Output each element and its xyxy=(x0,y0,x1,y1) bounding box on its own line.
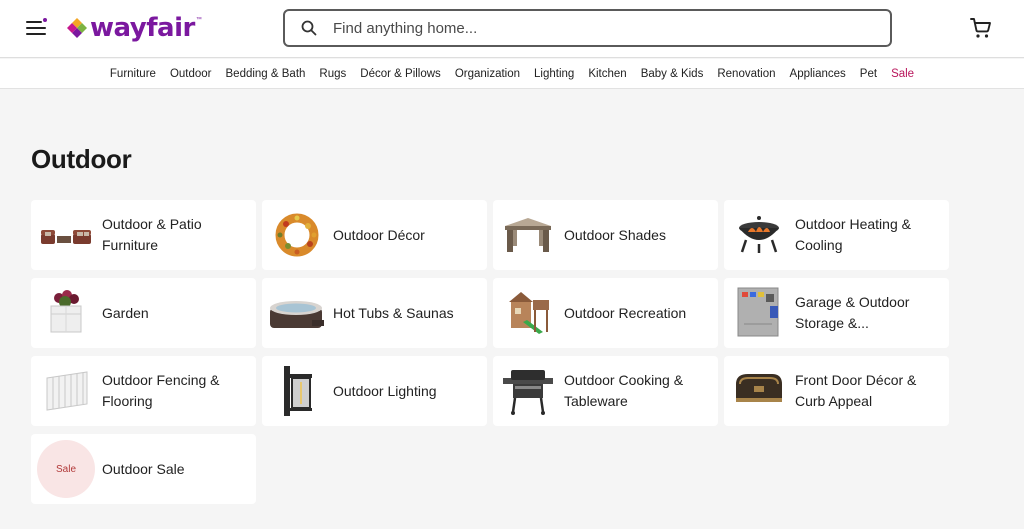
nav-item-appliances[interactable]: Appliances xyxy=(783,68,853,80)
nav-item-pet[interactable]: Pet xyxy=(853,68,884,80)
nav-item-bedding-bath[interactable]: Bedding & Bath xyxy=(219,68,313,80)
category-card-outdoor-heating-cooling[interactable]: Outdoor Heating & Cooling xyxy=(724,200,949,270)
category-card-hot-tubs-saunas[interactable]: Hot Tubs & Saunas xyxy=(262,278,487,348)
category-card-outdoor-sale[interactable]: Sale Outdoor Sale xyxy=(31,434,256,504)
category-label: Hot Tubs & Saunas xyxy=(333,304,454,321)
wayfair-logo[interactable]: wayfair ™ xyxy=(66,11,202,45)
logo-trademark: ™ xyxy=(195,17,202,23)
nav-item-kitchen[interactable]: Kitchen xyxy=(581,68,633,80)
nav-item-outdoor[interactable]: Outdoor xyxy=(163,68,219,80)
category-card-outdoor-recreation[interactable]: Outdoor Recreation xyxy=(493,278,718,348)
category-card-garden[interactable]: Garden xyxy=(31,278,256,348)
category-label: Outdoor Heating & Cooling xyxy=(795,216,911,253)
logo-text: wayfair xyxy=(90,13,195,43)
fire-pit-icon xyxy=(730,206,788,264)
category-card-patio-furniture[interactable]: Outdoor & Patio Furniture xyxy=(31,200,256,270)
category-label: Front Door Décor & Curb Appeal xyxy=(795,372,917,409)
fence-icon xyxy=(37,362,95,420)
lantern-icon xyxy=(268,362,326,420)
nav-item-baby-kids[interactable]: Baby & Kids xyxy=(634,68,711,80)
storage-cabinet-icon xyxy=(730,284,788,342)
category-label: Outdoor Recreation xyxy=(564,304,687,321)
hamburger-menu-icon[interactable] xyxy=(26,18,48,38)
category-label: Outdoor Cooking & Tableware xyxy=(564,372,684,409)
top-bar: wayfair ™ xyxy=(0,0,1024,58)
logo-diamond-icon xyxy=(67,18,87,38)
nav-item-rugs[interactable]: Rugs xyxy=(312,68,353,80)
category-nav: Furniture Outdoor Bedding & Bath Rugs Dé… xyxy=(0,59,1024,89)
category-card-outdoor-cooking[interactable]: Outdoor Cooking & Tableware xyxy=(493,356,718,426)
category-label: Outdoor Décor xyxy=(333,226,425,243)
category-label: Outdoor Sale xyxy=(102,460,185,477)
category-label: Garage & Outdoor Storage &... xyxy=(795,294,910,331)
nav-item-furniture[interactable]: Furniture xyxy=(103,68,163,80)
search-input[interactable] xyxy=(333,19,853,37)
cart-icon[interactable] xyxy=(969,16,993,40)
category-card-outdoor-decor[interactable]: Outdoor Décor xyxy=(262,200,487,270)
search-icon[interactable] xyxy=(301,20,317,36)
nav-item-sale[interactable]: Sale xyxy=(884,68,921,80)
category-card-outdoor-lighting[interactable]: Outdoor Lighting xyxy=(262,356,487,426)
page-title: Outdoor xyxy=(31,144,132,174)
category-card-garage-storage[interactable]: Garage & Outdoor Storage &... xyxy=(724,278,949,348)
hot-tub-icon xyxy=(268,284,326,342)
grill-icon xyxy=(499,362,557,420)
patio-furniture-icon xyxy=(37,206,95,264)
sale-badge: Sale xyxy=(37,440,95,498)
category-label: Outdoor & Patio Furniture xyxy=(102,216,202,253)
category-card-front-door-decor[interactable]: Front Door Décor & Curb Appeal xyxy=(724,356,949,426)
playset-icon xyxy=(499,284,557,342)
category-card-outdoor-fencing[interactable]: Outdoor Fencing & Flooring xyxy=(31,356,256,426)
nav-item-renovation[interactable]: Renovation xyxy=(710,68,782,80)
wreath-icon xyxy=(268,206,326,264)
category-label: Garden xyxy=(102,304,149,321)
nav-item-lighting[interactable]: Lighting xyxy=(527,68,581,80)
nav-item-organization[interactable]: Organization xyxy=(448,68,527,80)
gazebo-icon xyxy=(499,206,557,264)
category-label: Outdoor Shades xyxy=(564,226,666,243)
category-label: Outdoor Lighting xyxy=(333,382,437,399)
category-card-outdoor-shades[interactable]: Outdoor Shades xyxy=(493,200,718,270)
search-bar[interactable] xyxy=(283,9,892,47)
nav-item-decor-pillows[interactable]: Décor & Pillows xyxy=(353,68,448,80)
category-label: Outdoor Fencing & Flooring xyxy=(102,372,220,409)
mailbox-icon xyxy=(730,362,788,420)
planter-icon xyxy=(37,284,95,342)
sale-badge-icon: Sale xyxy=(37,440,95,498)
